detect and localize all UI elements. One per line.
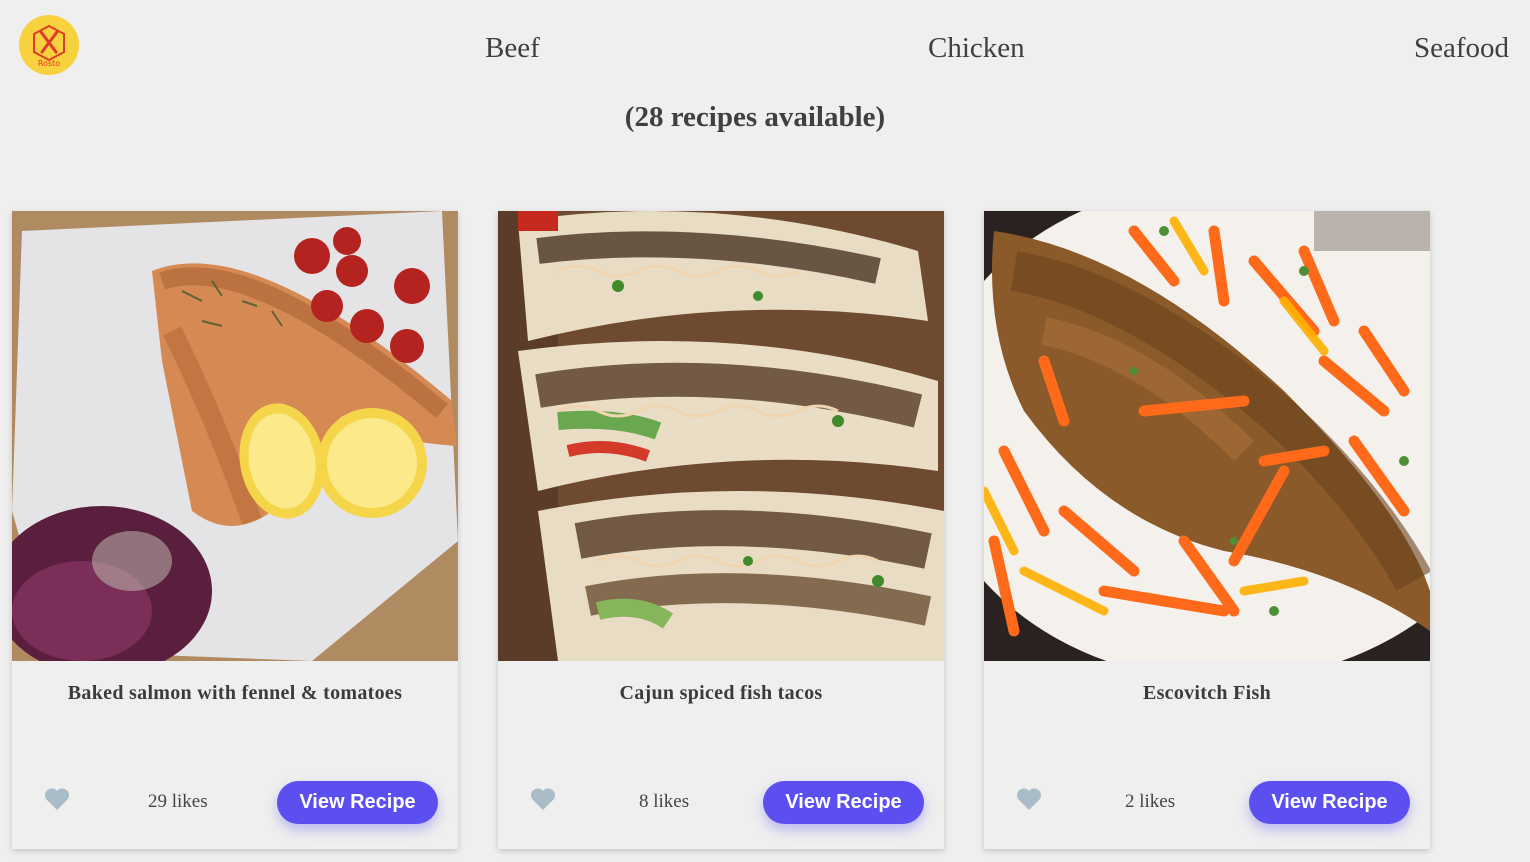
nav-seafood[interactable]: Seafood: [1414, 32, 1509, 65]
page: Rosto Beef Chicken Seafood (28 recipes a…: [0, 0, 1530, 862]
site-logo[interactable]: Rosto: [19, 15, 79, 75]
view-recipe-button[interactable]: View Recipe: [277, 781, 438, 824]
recipe-image-escovitch-fish: [984, 211, 1430, 661]
recipe-title: Baked salmon with fennel & tomatoes: [67, 682, 403, 704]
heart-icon[interactable]: [1016, 787, 1042, 811]
recipe-card: Escovitch Fish 2 likes View Recipe: [984, 211, 1430, 849]
likes-count: 29 likes: [148, 791, 208, 812]
view-recipe-button[interactable]: View Recipe: [1249, 781, 1410, 824]
recipe-card: Cajun spiced fish tacos 8 likes View Rec…: [498, 211, 944, 849]
recipe-card: Baked salmon with fennel & tomatoes 29 l…: [12, 211, 458, 849]
view-recipe-button[interactable]: View Recipe: [763, 781, 924, 824]
recipes-count: (28 recipes available): [624, 101, 886, 133]
recipe-title: Cajun spiced fish tacos: [619, 682, 823, 704]
nav-chicken[interactable]: Chicken: [928, 32, 1025, 65]
likes-count: 8 likes: [639, 791, 690, 812]
recipe-image-salmon: [12, 211, 458, 661]
heart-icon[interactable]: [44, 787, 70, 811]
nav-beef[interactable]: Beef: [485, 32, 540, 65]
recipe-image-fish-tacos: [498, 211, 944, 661]
likes-count: 2 likes: [1125, 791, 1176, 812]
heart-icon[interactable]: [530, 787, 556, 811]
fork-knife-logo-icon: Rosto: [33, 24, 65, 68]
logo-text: Rosto: [38, 59, 60, 68]
recipe-title: Escovitch Fish: [1142, 682, 1272, 704]
